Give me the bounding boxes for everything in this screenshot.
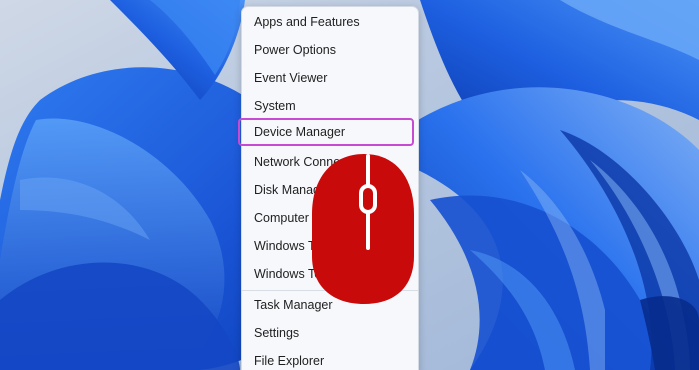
menu-item-apps-and-features[interactable]: Apps and Features <box>242 8 418 36</box>
menu-item-event-viewer[interactable]: Event Viewer <box>242 64 418 92</box>
menu-item-settings[interactable]: Settings <box>242 319 418 347</box>
menu-item-power-options[interactable]: Power Options <box>242 36 418 64</box>
mouse-icon <box>312 154 414 304</box>
desktop: Apps and Features Power Options Event Vi… <box>0 0 699 370</box>
menu-item-device-manager[interactable]: Device Manager <box>238 118 414 146</box>
menu-item-file-explorer[interactable]: File Explorer <box>242 347 418 370</box>
menu-item-system[interactable]: System <box>242 92 418 120</box>
